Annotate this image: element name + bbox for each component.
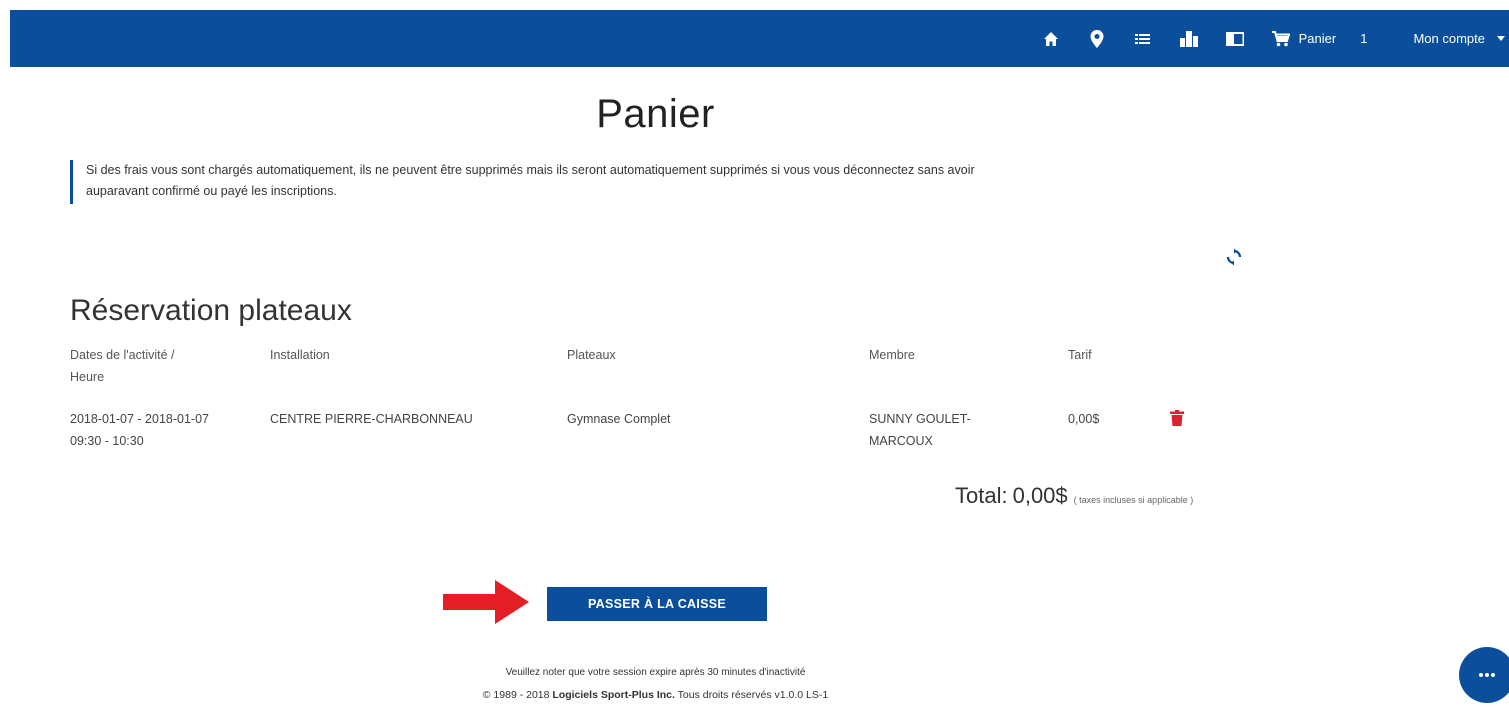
total-value: 0,00$ [1012, 483, 1068, 508]
caret-down-icon [1497, 36, 1505, 41]
page-title: Panier [596, 92, 715, 136]
section-title: Réservation plateaux [70, 294, 352, 327]
notice-line-2: auparavant confirmé ou payé les inscript… [86, 184, 337, 198]
cell-plateaux: Gymnase Complet [567, 412, 671, 426]
cell-membre-line-2: MARCOUX [869, 434, 933, 448]
account-menu[interactable]: Mon compte [1413, 31, 1505, 46]
total: Total: 0,00$ ( taxes incluses si applica… [955, 483, 1193, 509]
location-icon[interactable] [1087, 29, 1107, 49]
page: Panier 1 Mon compte Panier Si des frais … [0, 0, 1509, 709]
trash-icon[interactable] [1170, 410, 1184, 426]
cell-membre: SUNNY GOULET- MARCOUX [869, 408, 971, 452]
copyright-prefix: © 1989 - 2018 [482, 689, 550, 701]
refresh-icon[interactable] [1225, 248, 1243, 266]
notice-line-1: Si des frais vous sont chargés automatiq… [86, 163, 975, 177]
cart-link[interactable]: Panier [1299, 31, 1337, 46]
header-membre: Membre [869, 348, 915, 362]
cell-tarif: 0,00$ [1068, 412, 1100, 426]
header-tarif: Tarif [1068, 348, 1092, 362]
header-dates-line-1: Dates de l'activité / [70, 348, 175, 362]
cart-icon[interactable] [1271, 29, 1291, 49]
cell-dates: 2018-01-07 - 2018-01-07 09:30 - 10:30 [70, 408, 209, 452]
checkout-button[interactable]: PASSER À LA CAISSE [547, 587, 767, 621]
cell-dates-line-2: 09:30 - 10:30 [70, 434, 144, 448]
header-dates: Dates de l'activité / Heure [70, 344, 175, 388]
red-arrow-icon [443, 580, 529, 624]
home-icon[interactable] [1041, 29, 1061, 49]
chat-button[interactable] [1459, 647, 1509, 703]
company-name: Logiciels Sport-Plus Inc. [552, 689, 675, 701]
cell-membre-line-1: SUNNY GOULET- [869, 412, 971, 426]
copyright-suffix: Tous droits réservés v1.0.0 LS-1 [677, 689, 829, 701]
cell-installation: CENTRE PIERRE-CHARBONNEAU [270, 412, 473, 426]
total-label: Total: [955, 483, 1008, 508]
cell-dates-line-1: 2018-01-07 - 2018-01-07 [70, 412, 209, 426]
card-icon[interactable] [1225, 29, 1245, 49]
top-navbar: Panier 1 Mon compte [10, 10, 1509, 67]
copyright: © 1989 - 2018 Logiciels Sport-Plus Inc. … [0, 689, 1311, 701]
notice-box: Si des frais vous sont chargés automatiq… [70, 160, 1270, 204]
session-note: Veuillez noter que votre session expire … [505, 667, 806, 678]
buildings-icon[interactable] [1179, 29, 1199, 49]
more-dots-icon [1479, 673, 1495, 677]
list-icon[interactable] [1133, 29, 1153, 49]
header-plateaux: Plateaux [567, 348, 616, 362]
account-menu-label: Mon compte [1413, 31, 1485, 46]
header-dates-line-2: Heure [70, 370, 105, 384]
total-note: ( taxes incluses si applicable ) [1073, 495, 1194, 505]
cart-count-badge: 1 [1360, 31, 1368, 46]
header-installation: Installation [270, 348, 330, 362]
